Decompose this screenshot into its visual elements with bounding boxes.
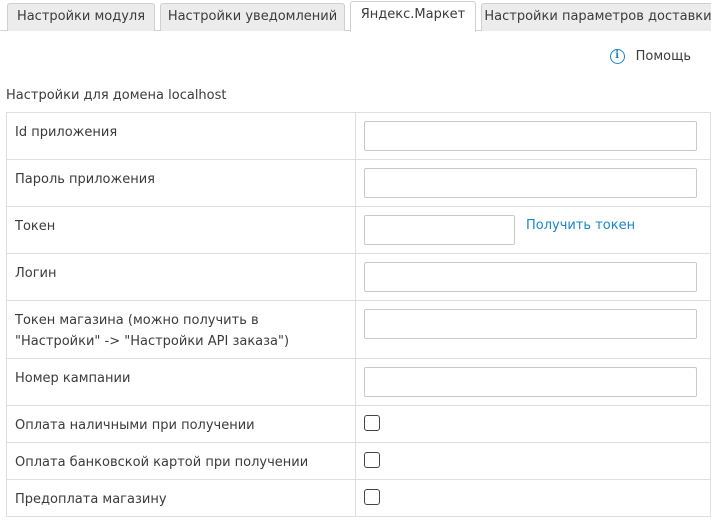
shop-prepayment-label: Предоплата магазину [6, 479, 356, 517]
help-link[interactable]: i Помощь [609, 46, 691, 66]
row-shop-prepayment: Предоплата магазину [6, 479, 711, 517]
tab-notification-settings[interactable]: Настройки уведомлений [160, 3, 345, 31]
tab-yandex-market[interactable]: Яндекс.Маркет [350, 1, 476, 32]
app-id-label: Id приложения [6, 112, 356, 160]
tab-module-settings[interactable]: Настройки модуля [7, 3, 155, 31]
row-card-on-delivery: Оплата банковской картой при получении [6, 442, 711, 480]
tab-delivery-settings[interactable]: Настройки параметров доставки [481, 3, 711, 31]
help-label: Помощь [635, 48, 691, 64]
card-on-delivery-label: Оплата банковской картой при получении [6, 442, 356, 480]
row-shop-token: Токен магазина (можно получить в "Настро… [6, 300, 711, 359]
row-cash-on-delivery: Оплата наличными при получении [6, 405, 711, 443]
shop-prepayment-checkbox[interactable] [364, 489, 380, 505]
cash-on-delivery-checkbox[interactable] [364, 415, 380, 431]
row-app-password: Пароль приложения [6, 159, 711, 207]
login-label: Логин [6, 253, 356, 301]
app-password-label: Пароль приложения [6, 159, 356, 207]
shop-token-input[interactable] [364, 309, 697, 339]
card-on-delivery-checkbox[interactable] [364, 452, 380, 468]
row-app-id: Id приложения [6, 112, 711, 160]
campaign-number-input[interactable] [364, 367, 697, 397]
app-password-input[interactable] [364, 168, 697, 198]
domain-settings-title: Настройки для домена localhost [6, 88, 227, 103]
row-login: Логин [6, 253, 711, 301]
shop-token-label: Токен магазина (можно получить в "Настро… [6, 300, 356, 359]
settings-table: Id приложения Пароль приложения Токен По… [6, 112, 711, 517]
app-id-input[interactable] [364, 121, 697, 151]
row-campaign-number: Номер кампании [6, 358, 711, 406]
cash-on-delivery-label: Оплата наличными при получении [6, 405, 356, 443]
info-icon: i [609, 48, 625, 64]
campaign-number-label: Номер кампании [6, 358, 356, 406]
row-token: Токен Получить токен [6, 206, 711, 254]
login-input[interactable] [364, 262, 697, 292]
tab-bar: Настройки модуля Настройки уведомлений Я… [0, 0, 711, 32]
get-token-link[interactable]: Получить токен [526, 218, 635, 233]
token-input[interactable] [364, 215, 515, 245]
token-label: Токен [6, 206, 356, 254]
